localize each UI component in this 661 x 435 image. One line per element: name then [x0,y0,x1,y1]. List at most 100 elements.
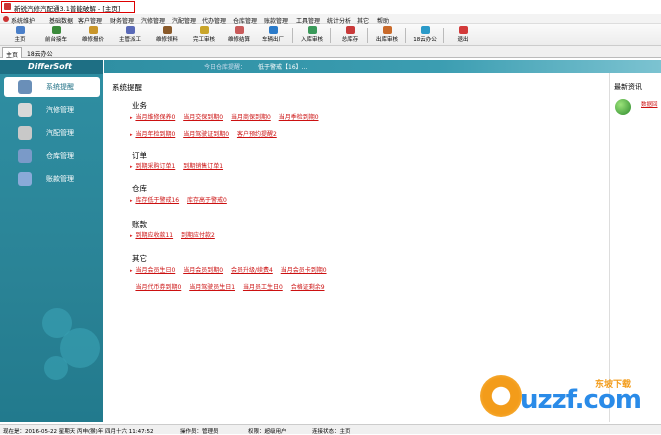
window-title: 新锐汽修汽配通3.1普能破解 - [主页] [14,5,121,13]
cloud-icon [420,26,430,34]
reminder-link[interactable]: 库存低于警戒16 [135,197,179,204]
reminder-link[interactable]: 当月会员卡到期0 [281,267,327,274]
reminder-link[interactable]: 当月交保到期0 [183,114,223,121]
reminder-link[interactable]: 当月年检到期0 [135,131,175,138]
exit-icon [268,26,278,34]
arrow-icon: ▸ [130,233,133,239]
toolbar-home-button[interactable]: 主页 [3,26,37,45]
status-operator: 操作员：管理员 [180,428,219,435]
toolbar-cloud-button[interactable]: 18云办公 [408,26,442,45]
reminder-link[interactable]: 到期销售订单1 [183,163,223,170]
section-title-other: 其它 [132,254,147,263]
reminder-link[interactable]: 当月会员到期0 [183,267,223,274]
arrow-icon: ▸ [130,198,133,204]
sidebar-item-repair[interactable]: 汽修管理 [4,100,100,120]
stock-in-icon [307,26,317,34]
reminder-link[interactable]: 当月维修保养0 [135,114,175,121]
panel-heading: 系统提醒 [112,83,142,92]
alert-strip: 今日仓库提醒： 低于警戒【16】... [104,60,661,73]
sidebar-item-warehouse[interactable]: 仓库管理 [4,146,100,166]
reminder-link[interactable]: 会员升级/续费4 [231,267,273,274]
status-time: 现在是：2016-05-22 星期天 丙申(猴)年 四月十六 11:47:52 [3,428,154,435]
toolbar-exit-factory-button[interactable]: 车辆出厂 [256,26,290,45]
dispatch-icon [125,26,135,34]
reminder-link[interactable]: 到期应付款2 [181,232,215,239]
app-icon [4,3,11,10]
watermark-logo-icon [480,375,522,417]
watermark: 东坡下载 uzzf.com [480,375,655,420]
toolbar-separator [405,28,406,43]
reminder-link[interactable]: 当月会员生日0 [135,267,175,274]
gear-icon [44,356,68,380]
toolbar-quit-button[interactable]: 退出 [446,26,480,45]
sidebar-item-parts[interactable]: 汽配管理 [4,123,100,143]
toolbar-stock-in-button[interactable]: 入库审核 [295,26,329,45]
stock-out-icon [382,26,392,34]
toolbar-parts-button[interactable]: 维修领料 [150,26,184,45]
globe-icon [615,99,631,115]
toolbar-audit-button[interactable]: 完工审核 [187,26,221,45]
link-row: ▸ 库存低于警戒16 库存高于警戒0 [130,195,233,204]
news-link[interactable]: 数据回 [641,100,658,108]
toolbar-reception-button[interactable]: 前台接车 [39,26,73,45]
parts-icon [162,26,172,34]
reminder-link[interactable]: 当月季检到期0 [279,114,319,121]
arrow-icon: ▸ [130,268,133,274]
toolbar-stock-out-button[interactable]: 出库审核 [370,26,404,45]
alert-label: 今日仓库提醒： [204,64,247,71]
title-bar: 新锐汽修汽配通3.1普能破解 - [主页] [0,0,661,14]
toolbar-separator [292,28,293,43]
wrench-icon [18,103,32,117]
toolbar-separator [367,28,368,43]
tab-bar: 主页 18云办公 [0,46,661,59]
exit-power-icon [458,26,468,34]
link-row: ▸ 当月年检到期0 当月驾驶证到期0 客户预约提醒2 [130,129,283,138]
audit-icon [199,26,209,34]
toolbar-separator [443,28,444,43]
news-title: 最新资讯 [614,83,642,91]
link-row: ▸ 到期应收款11 到期应付款2 [130,230,221,239]
reminder-link[interactable]: 合格证剩余9 [291,284,325,291]
reminder-link[interactable]: 库存高于警戒0 [187,197,227,204]
reminder-link[interactable]: 当月驾驶证到期0 [183,131,229,138]
money-icon [18,172,32,186]
car-icon [51,26,61,34]
toolbar-separator [330,28,331,43]
alert-marquee[interactable]: 低于警戒【16】... [258,62,307,71]
arrow-icon: ▸ [130,115,133,121]
tab-home[interactable]: 主页 [2,47,23,59]
reminder-link[interactable]: 到期应收款11 [135,232,173,239]
toolbar-dispatch-button[interactable]: 主管派工 [113,26,147,45]
link-row: ▸ 当月维修保养0 当月交保到期0 当月商保到期0 当月季检到期0 [130,112,325,121]
settle-icon [234,26,244,34]
inventory-icon [345,26,355,34]
watermark-text: uzzf.com [520,385,642,415]
monitor-icon [18,80,32,94]
arrow-icon: ▸ [130,164,133,170]
news-panel: 最新资讯 数据回 [609,73,661,422]
section-title-accounts: 账款 [132,220,147,229]
reminder-link[interactable]: 到期采购订单1 [135,163,175,170]
sidebar-item-reminders[interactable]: 系统提醒 [4,77,100,97]
toolbar-settle-button[interactable]: 维修结算 [222,26,256,45]
reminder-link[interactable]: 当月商保到期0 [231,114,271,121]
reminder-link[interactable]: 当月驾驶员生日1 [189,284,235,291]
link-row: ▸ 当月会员生日0 当月会员到期0 会员升级/续费4 当月会员卡到期0 [130,265,333,274]
section-title-orders: 订单 [132,151,147,160]
home-icon [15,26,25,34]
reminder-link[interactable]: 当月员工生日0 [243,284,283,291]
link-row: ▸ 当月代币券到期0 当月驾驶员生日1 当月员工生日0 合格证剩余9 [130,282,331,291]
arrow-icon: ▸ [130,132,133,138]
toolbar-inventory-button[interactable]: 总库存 [333,26,367,45]
sidebar: DifferSoft 系统提醒 汽修管理 汽配管理 仓库管理 账款管理 [0,60,103,422]
reminder-link[interactable]: 客户预约提醒2 [237,131,277,138]
toolbar: 主页 前台接车 维修报价 主管派工 维修领料 完工审核 维修结算 车辆出厂 入库… [0,24,661,46]
sidebar-item-accounts[interactable]: 账款管理 [4,169,100,189]
section-title-warehouse: 仓库 [132,184,147,193]
reminder-link[interactable]: 当月代币券到期0 [135,284,181,291]
status-connection: 连接状态：主页 [312,428,351,435]
tab-cloud-office[interactable]: 18云办公 [24,47,56,58]
toolbar-quote-button[interactable]: 维修报价 [76,26,110,45]
menu-app-icon [3,16,9,22]
warehouse-icon [18,149,32,163]
